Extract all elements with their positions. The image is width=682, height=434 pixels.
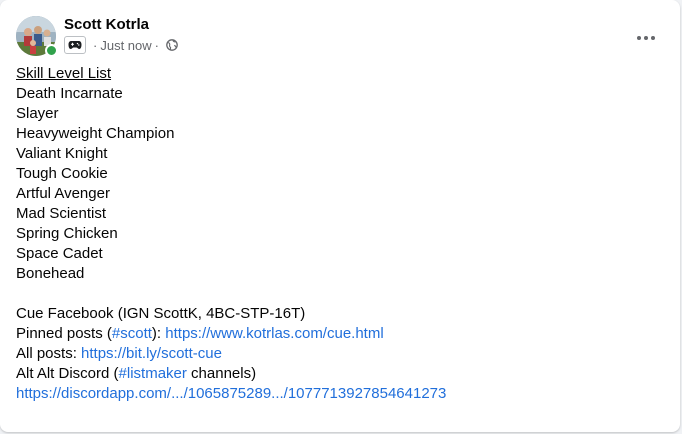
post-card: Scott Kotrla · Just now · Skill Level Li… [0,0,680,432]
discord-url-link[interactable]: https://discordapp.com/.../1065875289...… [16,385,446,402]
skill-level-item: Mad Scientist [16,205,107,222]
all-posts-prefix: All posts: [16,345,82,362]
post-text: Skill Level List Death Incarnate Slayer … [16,64,664,404]
hashtag-scott-link[interactable]: #scott [112,325,152,342]
game-controller-icon[interactable] [64,36,86,54]
hashtag-listmaker-link[interactable]: #listmaker [119,365,187,382]
more-options-icon [637,36,655,40]
skill-level-item: Valiant Knight [16,145,108,162]
skill-level-item: Slayer [16,105,59,122]
skill-level-item: Death Incarnate [16,85,123,102]
online-status-dot [45,44,58,57]
post-header: Scott Kotrla · Just now · [16,14,664,57]
author-name[interactable]: Scott Kotrla [64,16,149,33]
all-posts-url-link[interactable]: https://bit.ly/scott-cue [81,345,222,362]
meta-separator: · [93,37,98,53]
skill-level-item: Bonehead [16,265,85,282]
globe-icon[interactable] [166,39,178,51]
post-timestamp[interactable]: Just now [100,38,151,53]
skill-level-item: Space Cadet [16,245,103,262]
pinned-posts-prefix: Pinned posts ( [16,325,112,342]
discord-line: Alt Alt Discord (#listmaker channels) [16,364,664,384]
discord-url-line: https://discordapp.com/.../1065875289...… [16,384,664,404]
pinned-posts-line: Pinned posts (#scott): https://www.kotrl… [16,324,664,344]
skill-level-item: Heavyweight Champion [16,125,175,142]
skill-list-title: Skill Level List [16,65,112,82]
discord-suffix: channels) [186,365,257,382]
more-options-button[interactable] [628,20,664,56]
cue-facebook-line: Cue Facebook (IGN ScottK, 4BC-STP-16T) [16,305,306,322]
skill-level-item: Spring Chicken [16,225,118,242]
meta-separator: · [154,37,159,53]
post-meta: · Just now · [64,36,178,54]
skill-level-item: Artful Avenger [16,185,110,202]
pinned-posts-separator: ): [151,325,166,342]
all-posts-line: All posts: https://bit.ly/scott-cue [16,344,664,364]
pinned-posts-url-link[interactable]: https://www.kotrlas.com/cue.html [165,325,383,342]
skill-level-item: Tough Cookie [16,165,108,182]
discord-prefix: Alt Alt Discord ( [16,365,119,382]
